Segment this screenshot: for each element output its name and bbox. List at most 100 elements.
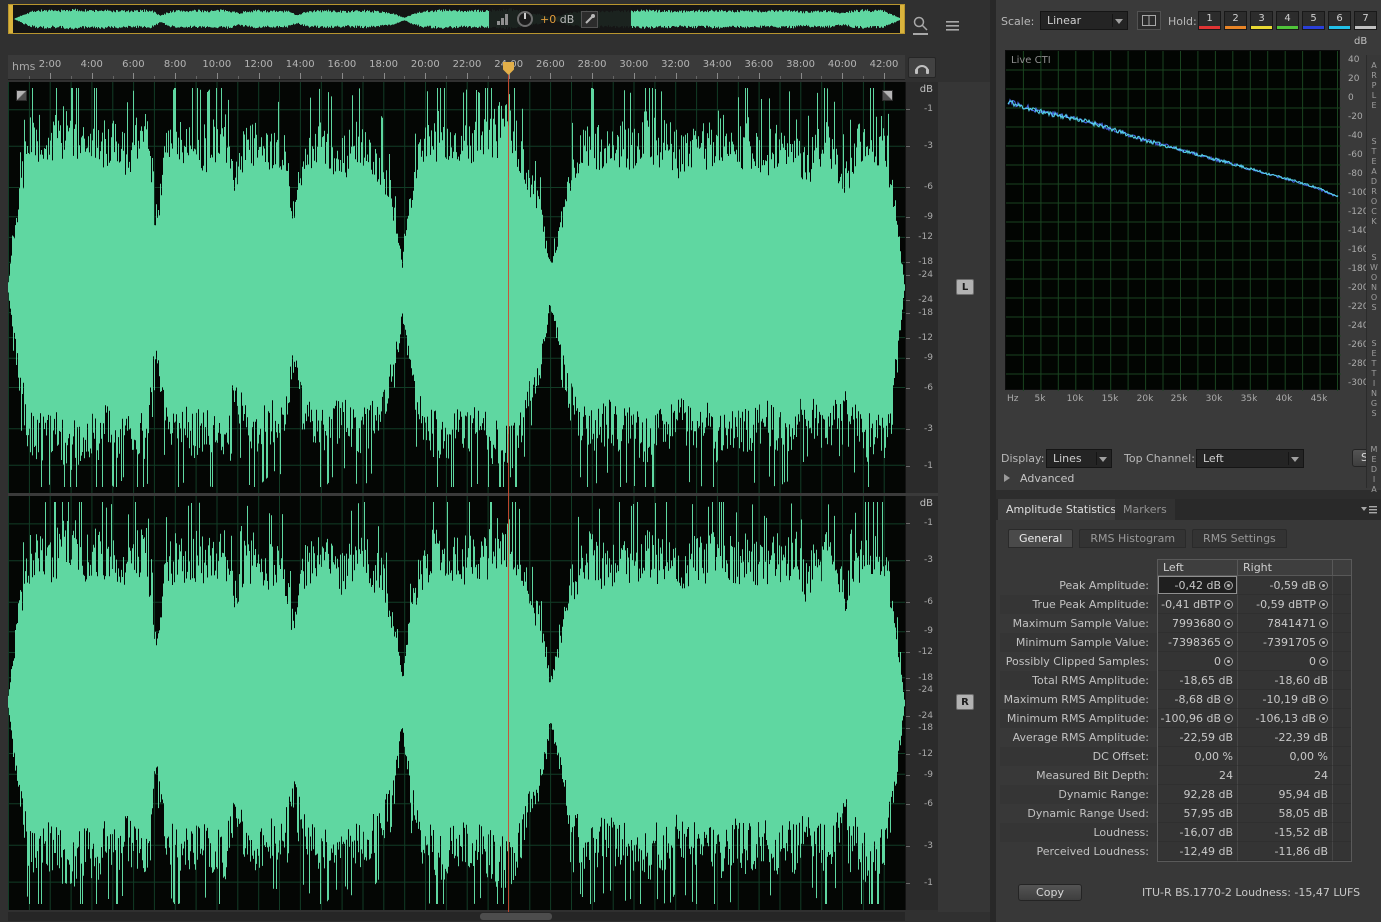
waveform-right-channel[interactable]	[8, 496, 905, 910]
column-header-right[interactable]: Right	[1237, 559, 1332, 576]
stat-value-cell-right[interactable]: -0,59 dB	[1237, 576, 1332, 595]
dock-tab-steadrock[interactable]: STEADROCK	[1370, 137, 1379, 227]
stat-value-cell-right[interactable]: 0	[1237, 652, 1332, 671]
stat-value-cell-left[interactable]: -22,59 dB	[1157, 728, 1237, 747]
hold-button-6[interactable]: 6	[1328, 11, 1351, 30]
hold-button-7[interactable]: 7	[1354, 11, 1377, 30]
stat-value-cell-left[interactable]: 7993680	[1157, 614, 1237, 633]
stat-value-cell-right[interactable]: -10,19 dB	[1237, 690, 1332, 709]
stat-value-cell-left[interactable]: -0,41 dBTP	[1157, 595, 1237, 614]
navigator-right-handle[interactable]	[900, 5, 904, 33]
hold-button-4[interactable]: 4	[1276, 11, 1299, 30]
stat-value-cell-left[interactable]: -16,07 dB	[1157, 823, 1237, 842]
dock-tab-settings[interactable]: SETTINGS	[1370, 339, 1379, 419]
display-select[interactable]: Lines	[1046, 449, 1112, 468]
channel-L-button[interactable]: L	[956, 279, 974, 295]
stat-value-cell-left[interactable]: -100,96 dB	[1157, 709, 1237, 728]
locate-marker-icon[interactable]	[1224, 714, 1233, 723]
subtab-rms-histogram[interactable]: RMS Histogram	[1079, 529, 1186, 548]
stat-value-cell-right[interactable]: -0,59 dBTP	[1237, 595, 1332, 614]
channel-R-button[interactable]: R	[956, 694, 974, 710]
stat-value-cell-right[interactable]: -11,86 dB	[1237, 842, 1332, 861]
scale-value: Linear	[1047, 14, 1081, 27]
stat-extra-cell	[1332, 766, 1352, 785]
copy-button[interactable]: Copy	[1018, 884, 1082, 901]
subtab-general[interactable]: General	[1008, 529, 1073, 548]
stat-value-cell-right[interactable]: 95,94 dB	[1237, 785, 1332, 804]
locate-marker-icon[interactable]	[1224, 657, 1233, 666]
dock-tab-arple[interactable]: ARPLE	[1370, 61, 1379, 111]
subtab-rms-settings[interactable]: RMS Settings	[1192, 529, 1287, 548]
volume-knob[interactable]	[517, 11, 533, 27]
stat-extra-cell	[1332, 785, 1352, 804]
dock-tab-swonos[interactable]: SWONOS	[1370, 253, 1379, 313]
stat-value-cell-right[interactable]: -22,39 dB	[1237, 728, 1332, 747]
column-header-left[interactable]: Left	[1157, 559, 1237, 576]
locate-marker-icon[interactable]	[1319, 657, 1328, 666]
advanced-toggle[interactable]: Advanced	[1020, 472, 1074, 485]
hold-button-label: 7	[1355, 12, 1376, 26]
stat-value-cell-right[interactable]: -7391705	[1237, 633, 1332, 652]
fade-out-handle[interactable]	[882, 90, 893, 101]
top-channel-select[interactable]: Left	[1196, 449, 1304, 468]
panel-menu-icon[interactable]	[1361, 505, 1377, 515]
dock-tab-media[interactable]: MEDIA	[1370, 445, 1379, 495]
locate-marker-icon[interactable]	[1319, 714, 1328, 723]
locate-marker-icon[interactable]	[1319, 600, 1328, 609]
monitor-button[interactable]	[908, 57, 936, 78]
stat-value-cell-left[interactable]: 57,95 dB	[1157, 804, 1237, 823]
stat-value-cell-left[interactable]: 24	[1157, 766, 1237, 785]
hold-button-1[interactable]: 1	[1198, 11, 1221, 30]
tab-markers[interactable]: Markers	[1115, 499, 1175, 520]
stat-value-cell-left[interactable]: -18,65 dB	[1157, 671, 1237, 690]
locate-marker-icon[interactable]	[1224, 619, 1233, 628]
stat-value: 0,00 %	[1290, 750, 1328, 763]
stat-value-cell-left[interactable]: 92,28 dB	[1157, 785, 1237, 804]
channel-divider[interactable]	[8, 493, 938, 496]
stat-value-cell-right[interactable]: -106,13 dB	[1237, 709, 1332, 728]
stat-value-cell-left[interactable]: 0	[1157, 652, 1237, 671]
locate-marker-icon[interactable]	[1319, 695, 1328, 704]
overview-navigator[interactable]: +0 dB	[8, 4, 905, 34]
db-scale-left-channel: dB-1-1-3-3-6-6-9-9-12-12-18-18-24-24	[905, 82, 938, 493]
advanced-disclosure-icon[interactable]	[1004, 474, 1010, 482]
locate-marker-icon[interactable]	[1224, 695, 1233, 704]
navigator-left-handle[interactable]	[9, 5, 13, 33]
hold-button-5[interactable]: 5	[1302, 11, 1325, 30]
collapsed-dock-tabs: ARPLESTEADROCKSWONOSSETTINGSMEDIA	[1366, 55, 1381, 488]
stat-value-cell-left[interactable]: -7398365	[1157, 633, 1237, 652]
locate-marker-icon[interactable]	[1224, 638, 1233, 647]
locate-marker-icon[interactable]	[1319, 581, 1328, 590]
locate-marker-icon[interactable]	[1319, 619, 1328, 628]
scale-select[interactable]: Linear	[1040, 11, 1128, 30]
hud-pin-button[interactable]	[581, 11, 598, 28]
stat-value-cell-right[interactable]: -18,60 dB	[1237, 671, 1332, 690]
stat-value-cell-right[interactable]: 7841471	[1237, 614, 1332, 633]
fade-in-handle[interactable]	[16, 90, 27, 101]
stat-value-cell-left[interactable]: -8,68 dB	[1157, 690, 1237, 709]
stat-value-cell-right[interactable]: 0,00 %	[1237, 747, 1332, 766]
stat-value-cell-right[interactable]: 58,05 dB	[1237, 804, 1332, 823]
hold-button-3[interactable]: 3	[1250, 11, 1273, 30]
stats-rows: Peak Amplitude:-0,42 dB-0,59 dBTrue Peak…	[1000, 576, 1352, 861]
zoom-icon[interactable]	[912, 15, 932, 37]
stat-value-cell-right[interactable]: -15,52 dB	[1237, 823, 1332, 842]
timeline-unit-label: hms	[12, 60, 35, 73]
stat-value: -22,59 dB	[1180, 731, 1234, 744]
hold-button-2[interactable]: 2	[1224, 11, 1247, 30]
scrollbar-thumb[interactable]	[480, 913, 552, 920]
channel-layout-button[interactable]	[1137, 11, 1161, 30]
locate-marker-icon[interactable]	[1319, 638, 1328, 647]
stat-value-cell-left[interactable]: -0,42 dB	[1157, 576, 1237, 595]
ruler-tick	[676, 73, 677, 79]
locate-marker-icon[interactable]	[1224, 600, 1233, 609]
stat-value-cell-right[interactable]: 24	[1237, 766, 1332, 785]
db-scale-label: -1	[924, 461, 933, 471]
waveform-left-channel[interactable]	[8, 82, 905, 493]
panel-menu-icon[interactable]	[946, 20, 960, 32]
stat-value-cell-left[interactable]: 0,00 %	[1157, 747, 1237, 766]
timeline-ruler[interactable]: hms 2:004:006:008:0010:0012:0014:0016:00…	[8, 55, 905, 80]
horizontal-scrollbar[interactable]	[8, 912, 905, 921]
stat-value-cell-left[interactable]: -12,49 dB	[1157, 842, 1237, 861]
locate-marker-icon[interactable]	[1224, 581, 1233, 590]
